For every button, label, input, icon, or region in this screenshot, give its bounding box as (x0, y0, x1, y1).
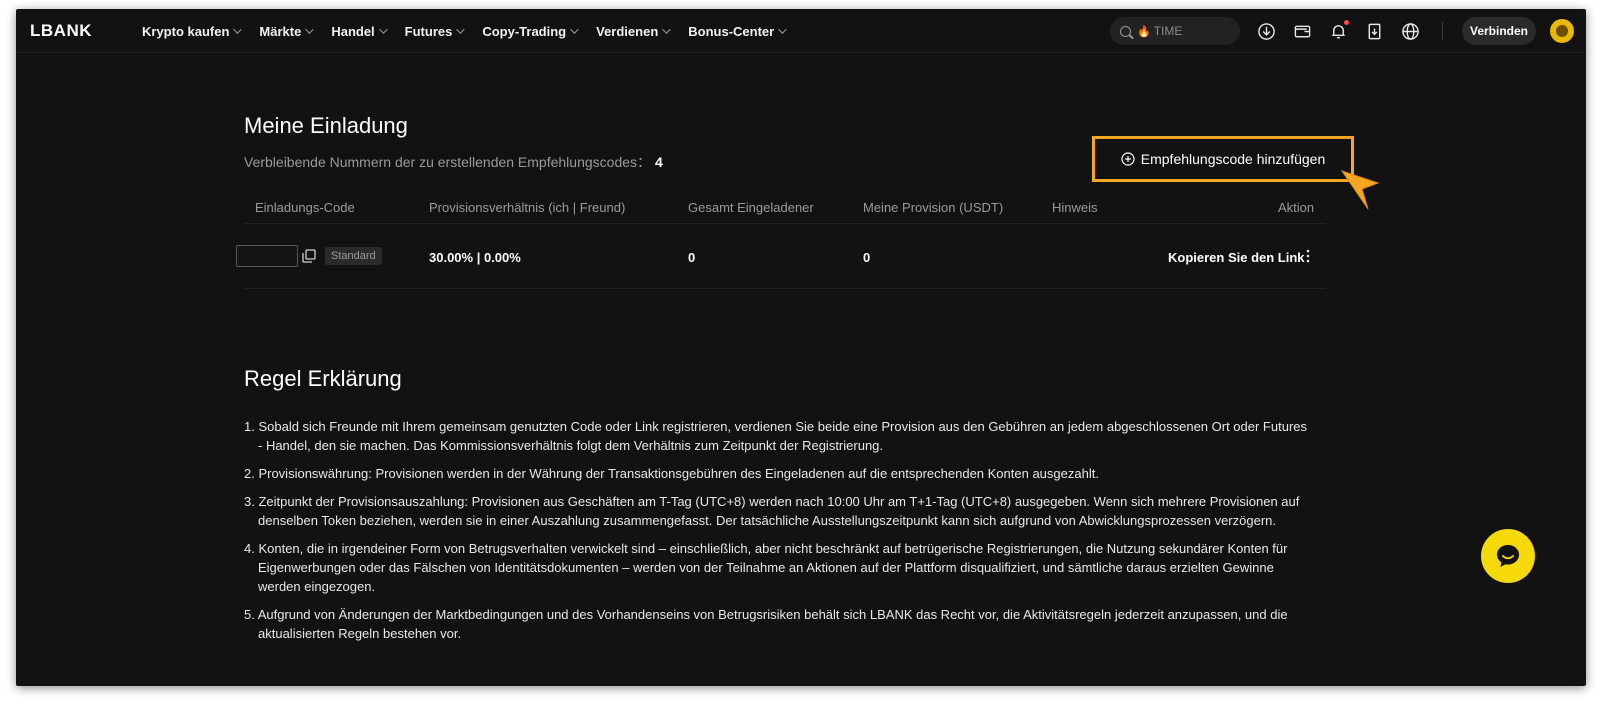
ratio-value: 30.00% | 0.00% (429, 250, 521, 265)
search-input[interactable]: 🔥 TIME (1110, 17, 1240, 45)
table-row-divider (244, 288, 1326, 289)
column-header-code: Einladungs-Code (255, 200, 355, 215)
bell-icon[interactable] (1328, 20, 1349, 41)
notification-dot (1344, 20, 1349, 25)
nav-item-label: Handel (331, 23, 375, 39)
chevron-down-icon (778, 25, 787, 34)
rules-title: Regel Erklärung (244, 366, 402, 391)
order-icon[interactable] (1364, 21, 1384, 41)
invitation-title: Meine Einladung (244, 113, 408, 138)
rule-item: 5. Aufgrund von Änderungen der Marktbedi… (244, 607, 1288, 641)
app-window: LBANK Krypto kaufen Märkte Handel Future… (16, 9, 1586, 686)
rule-item: 1. Sobald sich Freunde mit Ihrem gemeins… (244, 419, 1308, 453)
chevron-down-icon (456, 25, 466, 34)
fire-icon: 🔥 (1137, 25, 1151, 38)
wallet-icon[interactable] (1292, 21, 1312, 41)
invitation-code-field[interactable] (236, 245, 298, 267)
chat-icon (1497, 545, 1519, 567)
main-menu: Krypto kaufen Märkte Handel Futures Copy… (142, 9, 804, 53)
download-icon[interactable] (1256, 21, 1276, 41)
nav-item-maerkte[interactable]: Märkte (259, 23, 314, 39)
add-button-label: Empfehlungscode hinzufügen (1140, 151, 1326, 167)
copy-icon[interactable] (302, 249, 316, 263)
chat-support-button[interactable] (1481, 529, 1535, 583)
nav-item-verdienen[interactable]: Verdienen (596, 23, 671, 39)
remaining-count: 4 (655, 154, 663, 170)
nav-item-copy-trading[interactable]: Copy-Trading (482, 23, 579, 39)
nav-item-bonus-center[interactable]: Bonus-Center (688, 23, 787, 39)
nav-item-futures[interactable]: Futures (404, 23, 466, 39)
globe-icon[interactable] (1400, 21, 1420, 41)
avatar[interactable] (1550, 19, 1574, 43)
add-referral-code-button[interactable]: Empfehlungscode hinzufügen (1092, 136, 1354, 182)
rules-list: 1. Sobald sich Freunde mit Ihrem gemeins… (244, 417, 1314, 652)
remaining-label: Verbleibende Nummern der zu erstellenden… (244, 154, 652, 170)
search-placeholder: TIME (1153, 24, 1183, 38)
nav-item-label: Bonus-Center (688, 23, 775, 39)
nav-icon-group (1256, 19, 1436, 43)
copy-link-button[interactable]: Kopieren Sie den Link (1168, 250, 1305, 265)
chevron-down-icon (233, 25, 243, 34)
nav-item-label: Märkte (259, 23, 302, 39)
search-icon (1120, 25, 1131, 37)
nav-item-label: Copy-Trading (482, 23, 567, 39)
status-badge: Standard (325, 247, 382, 265)
table-header-divider (244, 223, 1326, 224)
top-navbar: LBANK Krypto kaufen Märkte Handel Future… (16, 9, 1586, 53)
nav-item-label: Krypto kaufen (142, 23, 230, 39)
column-header-total-invited: Gesamt Eingeladener (688, 200, 814, 215)
column-header-note: Hinweis (1052, 200, 1098, 215)
column-header-commission: Meine Provision (USDT) (863, 200, 1004, 215)
nav-item-handel[interactable]: Handel (331, 23, 388, 39)
chevron-down-icon (662, 25, 671, 34)
chevron-down-icon (570, 25, 579, 34)
more-options-icon[interactable] (1304, 249, 1312, 263)
column-header-action: Aktion (1278, 200, 1315, 215)
rule-item: 4. Konten, die in irgendeiner Form von B… (244, 541, 1288, 594)
nav-divider (1442, 22, 1443, 40)
connect-button[interactable]: Verbinden (1462, 17, 1536, 45)
brand-logo[interactable]: LBANK (30, 21, 92, 41)
nav-item-krypto-kaufen[interactable]: Krypto kaufen (142, 23, 243, 39)
rule-item: 2. Provisionswährung: Provisionen werden… (244, 466, 1099, 481)
total-invited-value: 0 (688, 250, 696, 265)
remaining-codes: Verbleibende Nummern der zu erstellenden… (244, 152, 663, 172)
rule-item: 3. Zeitpunkt der Provisionsauszahlung: P… (244, 494, 1300, 528)
plus-circle-icon (1121, 152, 1135, 166)
chevron-down-icon (305, 25, 314, 34)
chevron-down-icon (378, 25, 388, 34)
column-header-ratio: Provisionsverhältnis (ich | Freund) (429, 200, 626, 215)
nav-item-label: Futures (404, 23, 453, 39)
commission-value: 0 (863, 250, 871, 265)
nav-item-label: Verdienen (596, 23, 659, 39)
pointer-cursor-icon (1340, 170, 1380, 210)
